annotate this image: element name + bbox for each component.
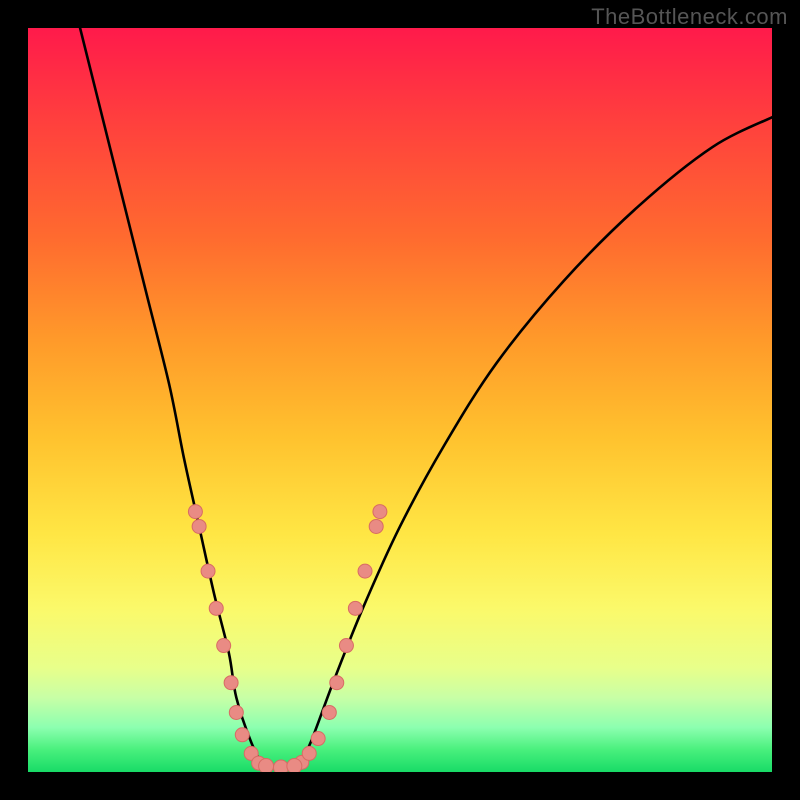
data-marker [311, 732, 325, 746]
data-marker [273, 760, 288, 772]
data-marker [259, 759, 274, 772]
marker-layer [188, 505, 387, 772]
data-marker [339, 639, 353, 653]
data-marker [224, 676, 238, 690]
chart-frame: TheBottleneck.com [0, 0, 800, 800]
plot-area [28, 28, 772, 772]
data-marker [373, 505, 387, 519]
data-marker [358, 564, 372, 578]
data-marker [229, 705, 243, 719]
data-marker [302, 746, 316, 760]
data-marker [330, 676, 344, 690]
data-marker [192, 519, 206, 533]
data-marker [322, 705, 336, 719]
data-marker [369, 519, 383, 533]
data-marker [217, 639, 231, 653]
watermark-text: TheBottleneck.com [591, 4, 788, 30]
data-marker [287, 759, 302, 772]
data-marker [188, 505, 202, 519]
chart-svg [28, 28, 772, 772]
data-marker [235, 728, 249, 742]
data-marker [209, 601, 223, 615]
data-marker [348, 601, 362, 615]
data-marker [201, 564, 215, 578]
curve-left [80, 28, 266, 772]
curve-right [296, 117, 772, 772]
